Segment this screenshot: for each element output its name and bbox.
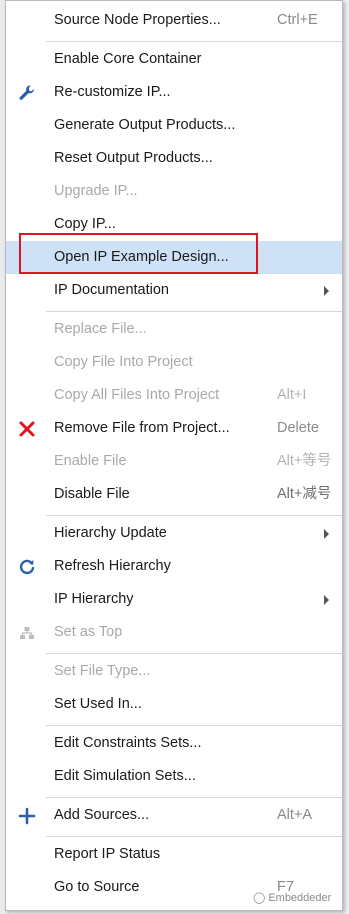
menu-item-label: Upgrade IP... [54, 183, 138, 199]
menu-item-shortcut: Alt+减号 [277, 486, 332, 502]
menu-item-label: Report IP Status [54, 846, 161, 862]
menu-item-label: Set File Type... [54, 663, 151, 679]
menu-item-add-sources[interactable]: Add Sources... Alt+A [6, 799, 342, 832]
menu-item-label: Generate Output Products... [54, 117, 236, 133]
menu-item-label: Hierarchy Update [54, 525, 167, 541]
menu-item-shortcut: Ctrl+E [277, 12, 318, 28]
plus-icon [18, 807, 36, 825]
menu-separator [46, 653, 342, 654]
wechat-icon: ◯ [253, 892, 266, 904]
menu-item-reset-output-products[interactable]: Reset Output Products... [6, 142, 342, 175]
watermark-text: Embeddeder [268, 892, 332, 904]
menu-item-report-ip-status[interactable]: Report IP Status [6, 838, 342, 871]
menu-separator [46, 797, 342, 798]
menu-item-shortcut: Delete [277, 420, 319, 436]
menu-item-label: Edit Constraints Sets... [54, 735, 202, 751]
menu-item-label: Enable Core Container [54, 51, 202, 67]
menu-item-set-file-type[interactable]: Set File Type... [6, 655, 342, 688]
menu-item-hierarchy-update[interactable]: Hierarchy Update [6, 517, 342, 550]
menu-item-copy-all-files-into-project[interactable]: Copy All Files Into Project Alt+I [6, 379, 342, 412]
menu-item-ip-documentation[interactable]: IP Documentation [6, 274, 342, 307]
menu-item-enable-file[interactable]: Enable File Alt+等号 [6, 445, 342, 478]
menu-item-label: Source Node Properties... [54, 12, 221, 28]
watermark: ◯ Embeddeder [253, 891, 331, 904]
menu-separator [46, 515, 342, 516]
menu-separator [46, 836, 342, 837]
menu-item-generate-output-products[interactable]: Generate Output Products... [6, 109, 342, 142]
hierarchy-icon [20, 627, 34, 639]
menu-item-label: IP Documentation [54, 282, 169, 298]
menu-item-label: Replace File... [54, 321, 147, 337]
menu-item-label: Re-customize IP... [54, 84, 171, 100]
menu-item-replace-file[interactable]: Replace File... [6, 313, 342, 346]
menu-item-copy-file-into-project[interactable]: Copy File Into Project [6, 346, 342, 379]
menu-item-set-used-in[interactable]: Set Used In... [6, 688, 342, 721]
menu-item-edit-constraints-sets[interactable]: Edit Constraints Sets... [6, 727, 342, 760]
menu-item-label: Reset Output Products... [54, 150, 213, 166]
menu-item-ip-hierarchy[interactable]: IP Hierarchy [6, 583, 342, 616]
red-x-icon [19, 421, 35, 437]
menu-item-disable-file[interactable]: Disable File Alt+减号 [6, 478, 342, 511]
menu-item-refresh-hierarchy[interactable]: Refresh Hierarchy [6, 550, 342, 583]
menu-separator [46, 725, 342, 726]
context-menu: Source Node Properties... Ctrl+E Enable … [5, 0, 343, 911]
menu-item-label: IP Hierarchy [54, 591, 134, 607]
submenu-arrow-icon [324, 529, 329, 539]
menu-item-upgrade-ip[interactable]: Upgrade IP... [6, 175, 342, 208]
menu-item-label: Copy IP... [54, 216, 116, 232]
menu-item-shortcut: Alt+I [277, 387, 307, 403]
submenu-arrow-icon [324, 595, 329, 605]
menu-item-edit-simulation-sets[interactable]: Edit Simulation Sets... [6, 760, 342, 793]
refresh-icon [19, 559, 35, 575]
menu-item-remove-file-from-project[interactable]: Remove File from Project... Delete [6, 412, 342, 445]
menu-separator [46, 311, 342, 312]
menu-item-source-node-properties[interactable]: Source Node Properties... Ctrl+E [6, 4, 342, 37]
menu-item-shortcut: Alt+A [277, 807, 313, 823]
menu-item-re-customize-ip[interactable]: Re-customize IP... [6, 76, 342, 109]
menu-item-label: Set Used In... [54, 696, 142, 712]
submenu-arrow-icon [324, 286, 329, 296]
menu-item-label: Edit Simulation Sets... [54, 768, 196, 784]
menu-separator [46, 41, 342, 42]
menu-item-label: Copy All Files Into Project [54, 387, 220, 403]
menu-item-label: Go to Source [54, 879, 140, 895]
menu-item-set-as-top[interactable]: Set as Top [6, 616, 342, 649]
menu-item-enable-core-container[interactable]: Enable Core Container [6, 43, 342, 76]
menu-item-label: Refresh Hierarchy [54, 558, 171, 574]
menu-item-label: Copy File Into Project [54, 354, 193, 370]
menu-item-shortcut: Alt+等号 [277, 453, 332, 469]
annotation-highlight-box [19, 233, 258, 274]
menu-item-label: Set as Top [54, 624, 123, 640]
menu-item-label: Disable File [54, 486, 130, 502]
menu-item-label: Remove File from Project... [54, 420, 230, 436]
wrench-icon [19, 85, 34, 100]
menu-item-label: Enable File [54, 453, 127, 469]
menu-item-label: Add Sources... [54, 807, 150, 823]
